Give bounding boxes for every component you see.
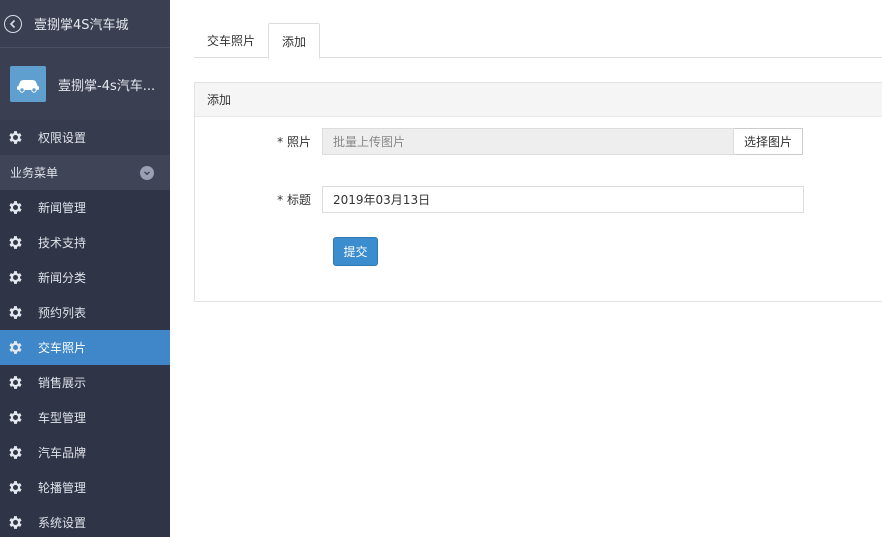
tab-delivery-photos[interactable]: 交车照片 <box>194 23 268 58</box>
sidebar-item[interactable]: 新闻管理 <box>0 190 170 225</box>
sidebar-header: 壹捌掌4S汽车城 <box>0 0 170 48</box>
gear-icon <box>9 306 22 319</box>
sidebar-item[interactable]: 技术支持 <box>0 225 170 260</box>
panel-title: 添加 <box>195 83 882 117</box>
title-row: * 标题 2019年03月13日 <box>195 186 804 213</box>
sidebar-item[interactable]: 系统设置 <box>0 505 170 537</box>
sidebar-item-label: 轮播管理 <box>38 481 87 495</box>
sidebar-item[interactable]: 交车照片 <box>0 330 170 365</box>
gear-icon <box>9 376 22 389</box>
gear-icon <box>9 131 22 144</box>
gear-icon <box>9 236 22 249</box>
gear-icon <box>9 516 22 529</box>
sidebar-item-label: 系统设置 <box>38 516 87 530</box>
sidebar-item[interactable]: 轮播管理 <box>0 470 170 505</box>
sidebar-item-label: 交车照片 <box>38 341 87 355</box>
sidebar-item[interactable]: 预约列表 <box>0 295 170 330</box>
gear-icon <box>9 446 22 459</box>
sidebar-section-business[interactable]: 业务菜单 <box>0 155 170 190</box>
sidebar-item-label: 车型管理 <box>38 411 87 425</box>
sidebar-item[interactable]: 车型管理 <box>0 400 170 435</box>
app-title: 壹捌掌4S汽车城 <box>34 18 129 33</box>
sidebar-item-label: 预约列表 <box>38 306 87 320</box>
profile-name: 壹捌掌-4s汽车... <box>58 78 156 94</box>
section-label: 业务菜单 <box>10 166 59 180</box>
gear-icon <box>9 481 22 494</box>
avatar <box>10 66 46 102</box>
photo-label: * 照片 <box>277 135 311 149</box>
back-icon[interactable] <box>4 14 22 33</box>
gear-icon <box>9 411 22 424</box>
title-label: * 标题 <box>277 193 311 207</box>
gear-icon <box>9 271 22 284</box>
choose-image-button[interactable]: 选择图片 <box>734 128 803 155</box>
add-form-panel: 添加 * 照片 批量上传图片 选择图片 * 标题 2019年03月13日 提交 <box>194 82 882 302</box>
sidebar-item-permissions[interactable]: 权限设置 <box>0 120 170 155</box>
tab-bar: 交车照片 添加 <box>194 23 882 59</box>
sidebar-item-label: 技术支持 <box>38 236 87 250</box>
photo-row: * 照片 批量上传图片 选择图片 <box>195 128 803 155</box>
sidebar-item-label: 新闻管理 <box>38 201 87 215</box>
gear-icon <box>9 201 22 214</box>
photo-upload-field[interactable]: 批量上传图片 <box>322 128 734 155</box>
main-content: 交车照片 添加 添加 * 照片 批量上传图片 选择图片 * 标题 2019年03… <box>170 0 882 537</box>
sidebar-item[interactable]: 新闻分类 <box>0 260 170 295</box>
sidebar: 壹捌掌4S汽车城 壹捌掌-4s汽车... 权限设置 业务菜单 新闻管理 技术支持新… <box>0 0 170 537</box>
sidebar-item-label: 权限设置 <box>38 131 87 145</box>
sidebar-item[interactable]: 销售展示 <box>0 365 170 400</box>
sidebar-item-label: 汽车品牌 <box>38 446 87 460</box>
chevron-down-icon <box>140 165 154 180</box>
sidebar-menu: 新闻管理技术支持新闻分类预约列表交车照片销售展示车型管理汽车品牌轮播管理系统设置 <box>0 190 170 537</box>
gear-icon <box>9 341 22 354</box>
sidebar-item-label: 销售展示 <box>38 376 87 390</box>
sidebar-item[interactable]: 汽车品牌 <box>0 435 170 470</box>
tab-add[interactable]: 添加 <box>268 23 321 59</box>
user-profile[interactable]: 壹捌掌-4s汽车... <box>0 48 170 120</box>
title-input[interactable]: 2019年03月13日 <box>322 186 804 213</box>
submit-button[interactable]: 提交 <box>333 237 378 266</box>
sidebar-item-label: 新闻分类 <box>38 271 87 285</box>
